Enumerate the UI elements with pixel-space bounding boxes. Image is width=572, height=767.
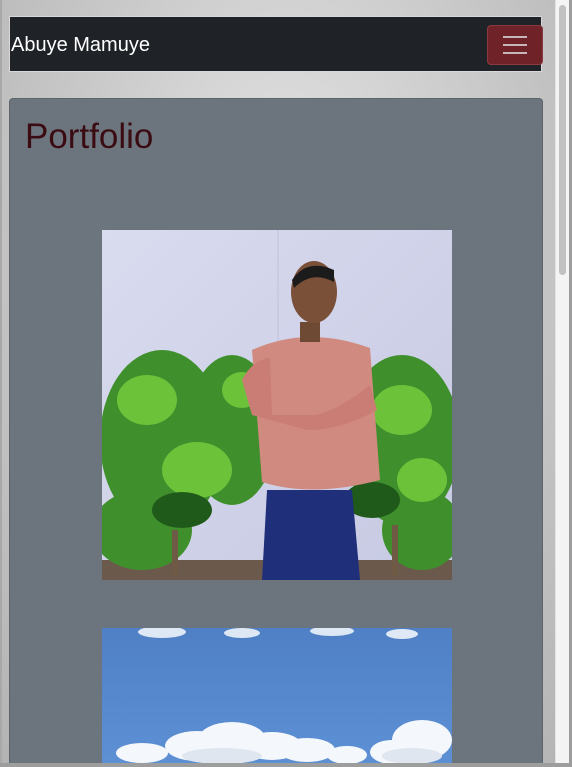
portrait-photo [102, 230, 452, 580]
scrollbar-thumb[interactable] [559, 5, 566, 275]
sky-landscape-photo [102, 628, 452, 767]
navbar: Abuye Mamuye [9, 16, 543, 72]
hamburger-menu-icon [503, 36, 527, 54]
portfolio-card: Portfolio [9, 98, 543, 767]
window-frame-left [0, 0, 2, 767]
page-scrollbar[interactable] [555, 0, 570, 763]
window-frame-bottom [0, 763, 572, 767]
navbar-brand[interactable]: Abuye Mamuye [11, 33, 150, 57]
navbar-toggler-button[interactable] [487, 25, 543, 65]
page-title: Portfolio [25, 117, 154, 156]
